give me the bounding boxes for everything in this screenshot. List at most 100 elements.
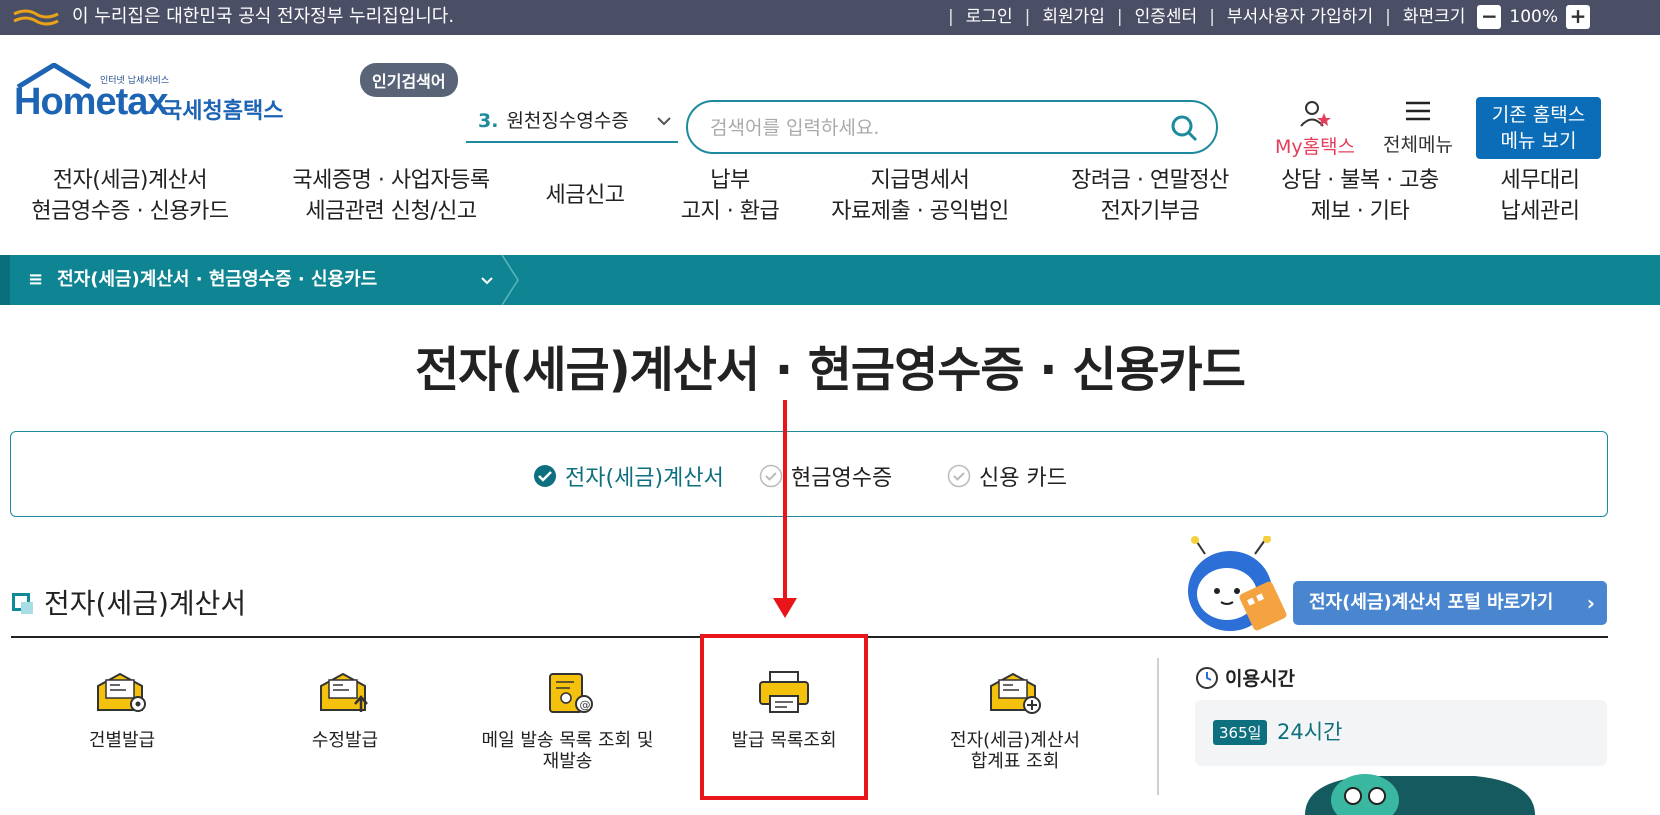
breadcrumb-label: 전자(세금)계산서 · 현금영수증 · 신용카드 (57, 269, 378, 290)
envelope-plus-icon (990, 672, 1041, 714)
gnb-item-line1: 장려금 · 연말정산 (1071, 168, 1229, 193)
tab-label: 전자(세금)계산서 (565, 466, 724, 491)
tab-label: 현금영수증 (791, 466, 893, 491)
gnb-item-line2: 세금관련 신청/신고 (305, 199, 477, 224)
separator: | (1385, 7, 1391, 27)
section-title: 전자(세금)계산서 (12, 582, 246, 622)
breadcrumb-menu-dropdown[interactable]: ≡ 전자(세금)계산서 · 현금영수증 · 신용카드 (28, 255, 493, 305)
service-amended-issue[interactable]: 수정발급 (255, 670, 435, 751)
top-links: | 로그인 | 회원가입 | 인증센터 | 부서사용자 가입하기 | 화면크기 … (936, 4, 1590, 30)
gnb-item-line1: 상담 · 불복 · 고충 (1281, 168, 1439, 193)
service-label: 건별발급 (88, 730, 156, 751)
gnb-item-line1: 납부 (710, 168, 750, 193)
envelope-gear-icon (97, 672, 146, 712)
gov-notice-text: 이 누리집은 대한민국 공식 전자정부 누리집입니다. (72, 6, 455, 27)
separator: | (1024, 7, 1031, 27)
gnb-item-certificates[interactable]: 국세증명 · 사업자등록 세금관련 신청/신고 (286, 165, 496, 227)
days-badge: 365일 (1213, 720, 1268, 745)
portal-shortcut-button[interactable]: 전자(세금)계산서 포털 바로가기 › (1293, 581, 1607, 625)
gnb-item-line2: 자료제출 · 공익법인 (831, 199, 1009, 224)
service-label-line1: 메일 발송 목록 조회 및 (481, 730, 654, 751)
check-circle-icon (947, 464, 971, 488)
hometax-logo[interactable]: 인터넷 납세서비스 Hometax 국세청홈택스 (14, 63, 284, 133)
gnb-item-line2: 현금영수증 · 신용카드 (31, 199, 229, 224)
legacy-menu-line1: 기존 홈택스 (1491, 104, 1586, 126)
separator: | (1209, 7, 1215, 27)
tab-credit-card[interactable]: 신용 카드 (947, 460, 1067, 492)
section-title-text: 전자(세금)계산서 (44, 587, 247, 620)
zoom-in-button[interactable]: + (1566, 5, 1590, 29)
signup-link[interactable]: 회원가입 (1042, 4, 1105, 30)
gnb-item-line1: 전자(세금)계산서 (52, 168, 208, 193)
chevron-right-icon: › (1586, 591, 1595, 615)
service-mail-resend[interactable]: @ 메일 발송 목록 조회 및 재발송 (465, 670, 670, 772)
service-single-issue[interactable]: 건별발급 (32, 670, 212, 751)
chevron-down-icon (481, 277, 493, 285)
gnb-item-incentive[interactable]: 장려금 · 연말정산 전자기부금 (1055, 165, 1245, 227)
vertical-divider (1157, 658, 1159, 795)
page-title: 전자(세금)계산서 · 현금영수증 · 신용카드 (415, 342, 1246, 398)
gnb-item-line1: 국세증명 · 사업자등록 (292, 168, 490, 193)
gov-topbar: 이 누리집은 대한민국 공식 전자정부 누리집입니다. | 로그인 | 회원가입… (0, 0, 1660, 35)
check-circle-icon (534, 465, 556, 487)
service-label-line1: 전자(세금)계산서 (950, 730, 1080, 751)
global-nav: 전자(세금)계산서 현금영수증 · 신용카드 국세증명 · 사업자등록 세금관련… (0, 145, 1660, 255)
chevron-down-icon (657, 117, 671, 126)
category-tabs: 전자(세금)계산서 현금영수증 신용 카드 (10, 431, 1608, 517)
search-input[interactable] (710, 114, 1150, 142)
popular-keyword-rank: 3. (478, 110, 499, 132)
gnb-item-line1: 세금신고 (545, 183, 625, 208)
gnb-item-line1: 지급명세서 (870, 168, 970, 193)
service-summary-inquiry[interactable]: 전자(세금)계산서 합계표 조회 (925, 670, 1105, 772)
cert-center-link[interactable]: 인증센터 (1135, 4, 1198, 30)
gnb-item-line2: 납세관리 (1500, 199, 1580, 224)
site-header: 인터넷 납세서비스 Hometax 국세청홈택스 인기검색어 3. 원천징수영수증… (0, 35, 1660, 159)
logo-text: Hometax (14, 81, 168, 123)
gnb-item-payment[interactable]: 납부 고지 · 환급 (670, 165, 790, 227)
gnb-item-tax-agent[interactable]: 세무대리 납세관리 (1480, 165, 1600, 227)
service-hours: 24시간 (1277, 720, 1343, 744)
tab-label: 신용 카드 (979, 466, 1067, 491)
mascot-robot-icon (1188, 536, 1287, 631)
breadcrumb-divider-icon (501, 255, 519, 305)
scroll-at-icon: @ (548, 673, 593, 713)
login-link[interactable]: 로그인 (966, 4, 1013, 30)
popular-keyword-dropdown[interactable]: 3. 원천징수영수증 (466, 103, 678, 143)
gnb-item-tax-filing[interactable]: 세금신고 (530, 180, 640, 211)
clock-icon (1196, 666, 1218, 689)
svg-text:@: @ (579, 699, 590, 712)
separator: | (1116, 7, 1123, 27)
user-star-icon (1300, 101, 1331, 127)
usage-time-label: 이용시간 (1225, 668, 1295, 690)
usage-time-box: 365일 24시간 (1195, 700, 1607, 766)
separator: | (947, 7, 954, 27)
highlight-box (700, 634, 868, 800)
envelope-up-icon (320, 672, 368, 712)
gnb-item-consultation[interactable]: 상담 · 불복 · 고충 제보 · 기타 (1270, 165, 1450, 227)
logo-korean-text: 국세청홈택스 (162, 99, 284, 124)
mascot-character-icon (1305, 774, 1535, 815)
screen-size-label: 화면크기 (1402, 7, 1466, 27)
popular-keyword-text: 원천징수영수증 (506, 110, 629, 132)
square-bullet-icon (12, 593, 33, 614)
breadcrumb-edge (0, 255, 10, 305)
gnb-item-line1: 세무대리 (1500, 168, 1580, 193)
dept-user-signup-link[interactable]: 부서사용자 가입하기 (1227, 4, 1373, 30)
popular-search-badge: 인기검색어 (360, 63, 458, 97)
usage-time-title: 이용시간 (1195, 664, 1295, 691)
service-label: 수정발급 (311, 730, 379, 751)
hamburger-icon: ≡ (28, 269, 44, 290)
egov-logo-icon (13, 9, 59, 26)
portal-shortcut-label: 전자(세금)계산서 포털 바로가기 (1309, 592, 1554, 613)
zoom-out-button[interactable]: − (1477, 5, 1502, 29)
search-icon[interactable] (1170, 114, 1198, 142)
gnb-item-payment-statement[interactable]: 지급명세서 자료제출 · 공익법인 (825, 165, 1015, 227)
gnb-item-line2: 고지 · 환급 (680, 199, 780, 224)
breadcrumb: ≡ 전자(세금)계산서 · 현금영수증 · 신용카드 (0, 255, 1660, 305)
zoom-level: 100% (1509, 7, 1558, 27)
gnb-item-e-invoice[interactable]: 전자(세금)계산서 현금영수증 · 신용카드 (30, 165, 230, 227)
service-label-line2: 재발송 (542, 751, 593, 772)
tab-e-invoice[interactable]: 전자(세금)계산서 (533, 460, 724, 492)
arrow-down-icon (773, 400, 797, 618)
gnb-item-line2: 제보 · 기타 (1310, 199, 1410, 224)
